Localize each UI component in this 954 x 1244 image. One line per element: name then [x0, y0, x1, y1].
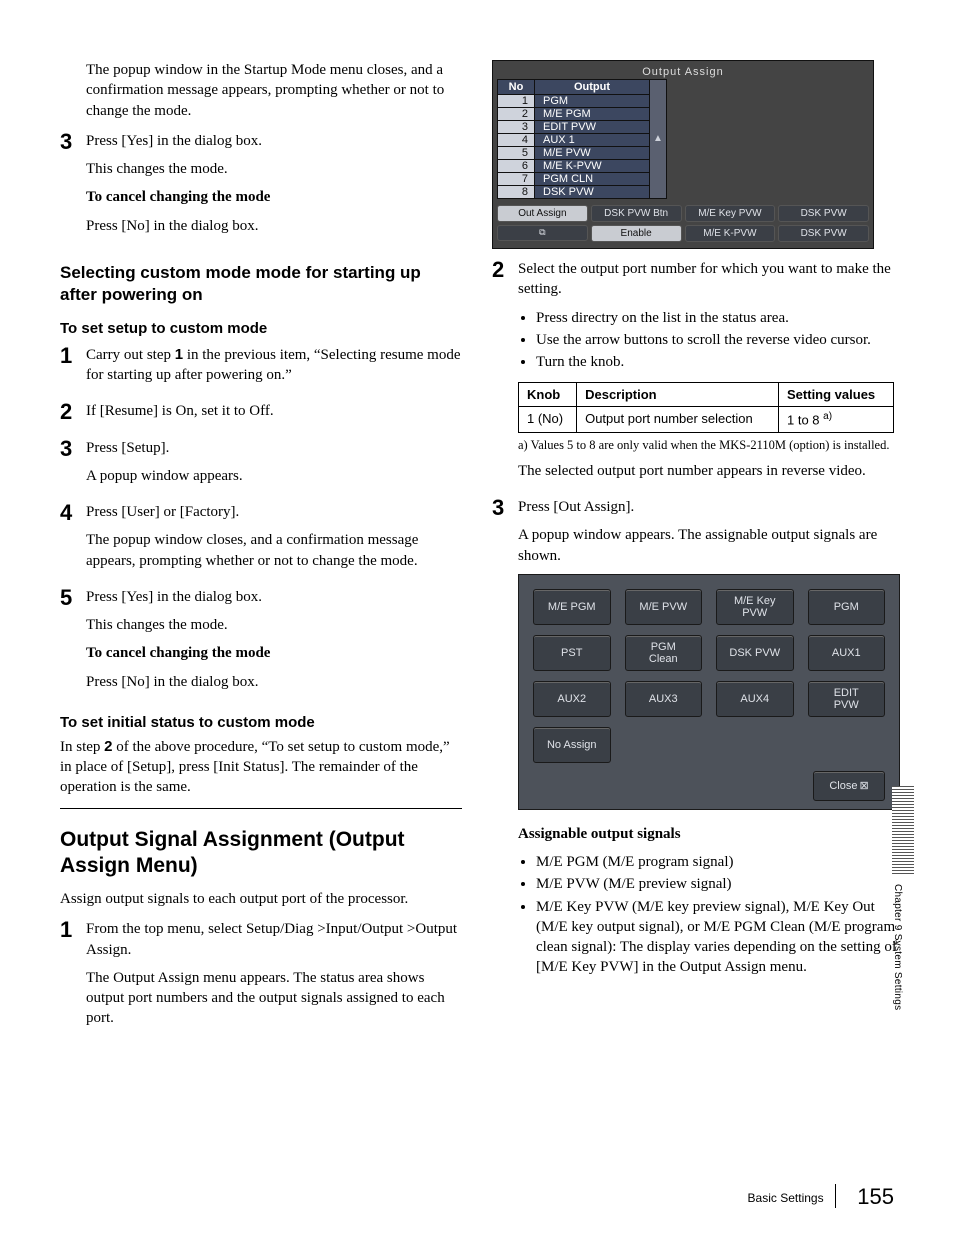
assign-edit-pvw-button[interactable]: EDITPVW — [808, 681, 886, 717]
col-output-header: Output — [535, 80, 650, 95]
page-number: 155 — [857, 1184, 894, 1209]
step-text: The popup window closes, and a confirmat… — [86, 530, 462, 571]
assign-aux1-button[interactable]: AUX1 — [808, 635, 886, 671]
step-text: Press [User] or [Factory]. — [86, 502, 462, 522]
assign-aux3-button[interactable]: AUX3 — [625, 681, 703, 717]
output-assign-panel: Output Assign No Output ▲ 1PGM 2M/E PGM … — [492, 60, 874, 249]
bullet-list: Press directry on the list in the status… — [536, 308, 894, 373]
step-text: A popup window appears. The assignable o… — [518, 525, 900, 566]
enable-button[interactable]: Enable — [591, 225, 682, 242]
step-number: 2 — [492, 259, 518, 281]
close-icon: ⊠ — [859, 780, 868, 792]
dsk-pvw-button-2[interactable]: DSK PVW — [778, 225, 869, 242]
close-button[interactable]: Close⊠ — [813, 771, 885, 801]
assign-aux2-button[interactable]: AUX2 — [533, 681, 611, 717]
step-text: This changes the mode. — [86, 159, 462, 179]
assign-me-pgm-button[interactable]: M/E PGM — [533, 589, 611, 625]
output-assign-table: No Output ▲ 1PGM 2M/E PGM 3EDIT PVW 4AUX… — [497, 79, 869, 199]
knob-col: Knob — [519, 383, 577, 407]
knob-table: Knob Description Setting values 1 (No) O… — [518, 382, 894, 432]
assign-no-assign-button[interactable]: No Assign — [533, 727, 611, 763]
cell: Output port number selection — [577, 407, 779, 432]
footnote: a) Values 5 to 8 are only valid when the… — [518, 437, 894, 453]
bullet-list: M/E PGM (M/E program signal) M/E PVW (M/… — [536, 852, 900, 978]
step-number: 3 — [492, 497, 518, 519]
list-item: Use the arrow buttons to scroll the reve… — [536, 330, 894, 350]
side-tab-label: Chapter 9 System Settings — [892, 884, 903, 1010]
subhead: To cancel changing the mode — [86, 643, 462, 663]
subhead: Assignable output signals — [518, 824, 900, 844]
panel-title: Output Assign — [497, 65, 869, 79]
step-text: Press [Yes] in the dialog box. — [86, 131, 462, 151]
assign-aux4-button[interactable]: AUX4 — [716, 681, 794, 717]
step-number: 3 — [60, 438, 86, 460]
page-footer: Basic Settings 155 — [748, 1184, 894, 1210]
assign-popup: M/E PGM M/E PVW M/E KeyPVW PGM PST PGMCl… — [518, 574, 900, 810]
step-text: Press [No] in the dialog box. — [86, 672, 462, 692]
col-no-header: No — [498, 80, 535, 95]
step-text: Press [Setup]. — [86, 438, 462, 458]
assign-pgm-clean-button[interactable]: PGMClean — [625, 635, 703, 671]
assign-me-pvw-button[interactable]: M/E PVW — [625, 589, 703, 625]
step-text: From the top menu, select Setup/Diag >In… — [86, 919, 462, 960]
footer-label: Basic Settings — [748, 1191, 824, 1205]
step-text: A popup window appears. — [86, 466, 462, 486]
step-text: The Output Assign menu appears. The stat… — [86, 968, 462, 1029]
paragraph: In step 2 of the above procedure, “To se… — [60, 737, 462, 798]
list-item: Press directry on the list in the status… — [536, 308, 894, 328]
scrollbar[interactable]: ▲ — [650, 80, 667, 199]
dsk-pvw-button[interactable]: DSK PVW — [778, 205, 869, 222]
step-text: Select the output port number for which … — [518, 259, 894, 300]
assign-dsk-pvw-button[interactable]: DSK PVW — [716, 635, 794, 671]
me-key-pvw-button[interactable]: M/E Key PVW — [685, 205, 776, 222]
list-item: M/E Key PVW (M/E key preview signal), M/… — [536, 897, 900, 978]
step-text: Press [No] in the dialog box. — [86, 216, 462, 236]
step-text: If [Resume] is On, set it to Off. — [86, 401, 462, 421]
step-number: 4 — [60, 502, 86, 524]
step-text: Press [Yes] in the dialog box. — [86, 587, 462, 607]
subsection-heading: To set setup to custom mode — [60, 320, 462, 337]
cell: 1 to 8 a) — [779, 407, 894, 432]
step-number: 1 — [60, 919, 86, 941]
side-tab: Chapter 9 System Settings — [892, 786, 914, 1010]
cell: 1 (No) — [519, 407, 577, 432]
list-item: M/E PGM (M/E program signal) — [536, 852, 900, 872]
step-text: Press [Out Assign]. — [518, 497, 900, 517]
step-number: 1 — [60, 345, 86, 367]
intro-paragraph: The popup window in the Startup Mode men… — [86, 60, 462, 121]
right-column: Output Assign No Output ▲ 1PGM 2M/E PGM … — [492, 60, 894, 1041]
list-item: Turn the knob. — [536, 352, 894, 372]
step-text: This changes the mode. — [86, 615, 462, 635]
setting-col: Setting values — [779, 383, 894, 407]
section-heading: Selecting custom mode mode for starting … — [60, 262, 462, 306]
subhead: To cancel changing the mode — [86, 187, 462, 207]
step-number: 2 — [60, 401, 86, 423]
popup-icon[interactable]: ⧉ — [497, 225, 588, 241]
paragraph: Assign output signals to each output por… — [60, 889, 462, 909]
step-number: 3 — [60, 131, 86, 153]
assign-me-key-pvw-button[interactable]: M/E KeyPVW — [716, 589, 794, 625]
list-item: M/E PVW (M/E preview signal) — [536, 874, 900, 894]
arrow-up-icon[interactable]: ▲ — [651, 133, 665, 145]
page: The popup window in the Startup Mode men… — [0, 0, 954, 1244]
table-row: 1 (No) Output port number selection 1 to… — [519, 407, 894, 432]
thumb-index-icon — [892, 786, 914, 876]
dsk-pvw-btn-button[interactable]: DSK PVW Btn — [591, 205, 682, 222]
assign-pgm-button[interactable]: PGM — [808, 589, 886, 625]
left-column: The popup window in the Startup Mode men… — [60, 60, 462, 1041]
step-text: The selected output port number appears … — [518, 461, 894, 481]
assign-pst-button[interactable]: PST — [533, 635, 611, 671]
out-assign-button[interactable]: Out Assign — [497, 205, 588, 222]
me-k-pvw-button[interactable]: M/E K-PVW — [685, 225, 776, 242]
major-heading: Output Signal Assignment (Output Assign … — [60, 827, 462, 880]
step-text: Carry out step 1 in the previous item, “… — [86, 345, 462, 386]
desc-col: Description — [577, 383, 779, 407]
step-number: 5 — [60, 587, 86, 609]
subsection-heading: To set initial status to custom mode — [60, 714, 462, 731]
